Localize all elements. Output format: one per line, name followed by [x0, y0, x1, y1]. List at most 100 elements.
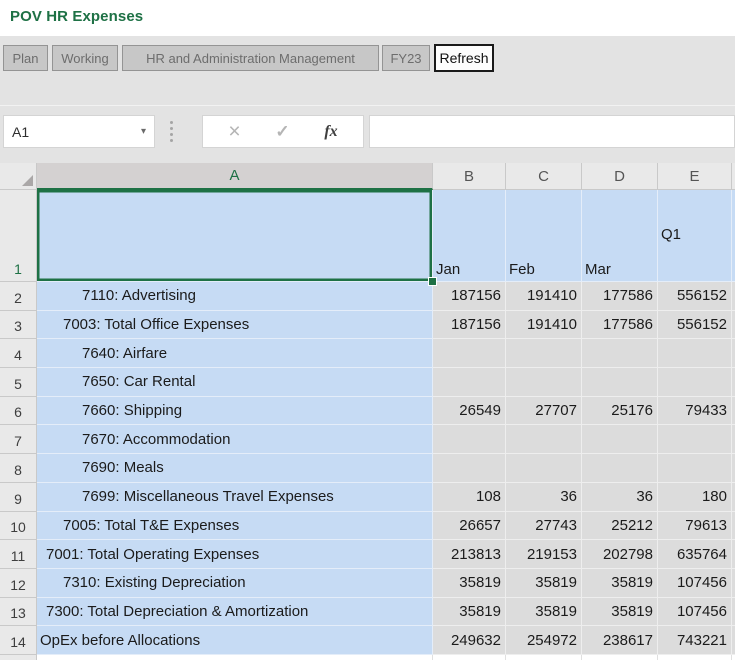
cell-E5[interactable] [658, 368, 732, 397]
cell-B1[interactable]: Jan [433, 190, 506, 282]
cell-C12[interactable]: 35819 [506, 569, 582, 598]
cell-A10[interactable]: 7005: Total T&E Expenses [37, 512, 433, 541]
row-header-12[interactable]: 12 [0, 569, 37, 598]
cell-C5[interactable] [506, 368, 582, 397]
column-header-A[interactable]: A [37, 163, 433, 190]
cell-A6[interactable]: 7660: Shipping [37, 397, 433, 426]
row-header-13[interactable]: 13 [0, 598, 37, 627]
cell-D11[interactable]: 202798 [582, 540, 658, 569]
cell-D9[interactable]: 36 [582, 483, 658, 512]
cell-D8[interactable] [582, 454, 658, 483]
cell-A2[interactable]: 7110: Advertising [37, 282, 433, 311]
formula-bar-input[interactable] [369, 115, 735, 148]
cell-row15-4[interactable] [658, 655, 732, 660]
cell-B8[interactable] [433, 454, 506, 483]
cell-B11[interactable]: 213813 [433, 540, 506, 569]
cell-E4[interactable] [658, 339, 732, 368]
insert-function-icon[interactable]: fx [324, 124, 337, 140]
cell-A9[interactable]: 7699: Miscellaneous Travel Expenses [37, 483, 433, 512]
cell-E2[interactable]: 556152 [658, 282, 732, 311]
cell-row15-3[interactable] [582, 655, 658, 660]
row-header-1[interactable]: 1 [0, 190, 37, 282]
column-header-D[interactable]: D [582, 163, 658, 190]
cell-B3[interactable]: 187156 [433, 311, 506, 340]
cell-A11[interactable]: 7001: Total Operating Expenses [37, 540, 433, 569]
cancel-icon[interactable]: × [228, 121, 240, 142]
selection-fill-handle[interactable] [428, 277, 437, 286]
name-box-dropdown-icon[interactable]: ▾ [141, 126, 154, 137]
cell-B4[interactable] [433, 339, 506, 368]
row-header-7[interactable]: 7 [0, 425, 37, 454]
row-header-9[interactable]: 9 [0, 483, 37, 512]
row-header-8[interactable]: 8 [0, 454, 37, 483]
row-header-14[interactable]: 14 [0, 626, 37, 655]
cell-B10[interactable]: 26657 [433, 512, 506, 541]
row-header-6[interactable]: 6 [0, 397, 37, 426]
cell-C4[interactable] [506, 339, 582, 368]
column-header-B[interactable]: B [433, 163, 506, 190]
pov-button-plan[interactable]: Plan [3, 45, 48, 71]
cell-B12[interactable]: 35819 [433, 569, 506, 598]
cell-E8[interactable] [658, 454, 732, 483]
cell-A1[interactable] [37, 190, 433, 282]
cell-E13[interactable]: 107456 [658, 598, 732, 627]
cell-E9[interactable]: 180 [658, 483, 732, 512]
cell-A13[interactable]: 7300: Total Depreciation & Amortization [37, 598, 433, 627]
row-header-3[interactable]: 3 [0, 311, 37, 340]
select-all-corner[interactable] [0, 163, 37, 190]
cell-C6[interactable]: 27707 [506, 397, 582, 426]
row-header-5[interactable]: 5 [0, 368, 37, 397]
cell-C10[interactable]: 27743 [506, 512, 582, 541]
cell-C7[interactable] [506, 425, 582, 454]
cell-C1[interactable]: Feb [506, 190, 582, 282]
cell-C11[interactable]: 219153 [506, 540, 582, 569]
cell-D5[interactable] [582, 368, 658, 397]
row-header-11[interactable]: 11 [0, 540, 37, 569]
cell-B13[interactable]: 35819 [433, 598, 506, 627]
cell-D10[interactable]: 25212 [582, 512, 658, 541]
cell-D4[interactable] [582, 339, 658, 368]
cell-E12[interactable]: 107456 [658, 569, 732, 598]
cell-A3[interactable]: 7003: Total Office Expenses [37, 311, 433, 340]
column-header-C[interactable]: C [506, 163, 582, 190]
column-header-E[interactable]: E [658, 163, 732, 190]
cell-C8[interactable] [506, 454, 582, 483]
row-header-15[interactable] [0, 655, 37, 660]
cell-B14[interactable]: 249632 [433, 626, 506, 655]
cell-A8[interactable]: 7690: Meals [37, 454, 433, 483]
row-header-10[interactable]: 10 [0, 512, 37, 541]
cell-C3[interactable]: 191410 [506, 311, 582, 340]
cell-A14[interactable]: OpEx before Allocations [37, 626, 433, 655]
cell-C13[interactable]: 35819 [506, 598, 582, 627]
cell-B2[interactable]: 187156 [433, 282, 506, 311]
cell-D13[interactable]: 35819 [582, 598, 658, 627]
cell-C14[interactable]: 254972 [506, 626, 582, 655]
cell-E11[interactable]: 635764 [658, 540, 732, 569]
cell-E10[interactable]: 79613 [658, 512, 732, 541]
cell-E6[interactable]: 79433 [658, 397, 732, 426]
cell-D14[interactable]: 238617 [582, 626, 658, 655]
cell-C2[interactable]: 191410 [506, 282, 582, 311]
cell-row15-0[interactable] [37, 655, 433, 660]
cell-E7[interactable] [658, 425, 732, 454]
cell-D7[interactable] [582, 425, 658, 454]
cell-D12[interactable]: 35819 [582, 569, 658, 598]
cell-D3[interactable]: 177586 [582, 311, 658, 340]
cell-A12[interactable]: 7310: Existing Depreciation [37, 569, 433, 598]
cell-row15-1[interactable] [433, 655, 506, 660]
cell-B9[interactable]: 108 [433, 483, 506, 512]
cell-A5[interactable]: 7650: Car Rental [37, 368, 433, 397]
cell-E14[interactable]: 743221 [658, 626, 732, 655]
row-header-2[interactable]: 2 [0, 282, 37, 311]
cell-C9[interactable]: 36 [506, 483, 582, 512]
cell-E1[interactable]: Q1 [658, 190, 732, 282]
cell-D1[interactable]: Mar [582, 190, 658, 282]
cell-A4[interactable]: 7640: Airfare [37, 339, 433, 368]
enter-check-icon[interactable]: ✓ [275, 123, 289, 140]
cell-B5[interactable] [433, 368, 506, 397]
cell-B7[interactable] [433, 425, 506, 454]
cell-A7[interactable]: 7670: Accommodation [37, 425, 433, 454]
cell-D6[interactable]: 25176 [582, 397, 658, 426]
row-header-4[interactable]: 4 [0, 339, 37, 368]
cell-E3[interactable]: 556152 [658, 311, 732, 340]
